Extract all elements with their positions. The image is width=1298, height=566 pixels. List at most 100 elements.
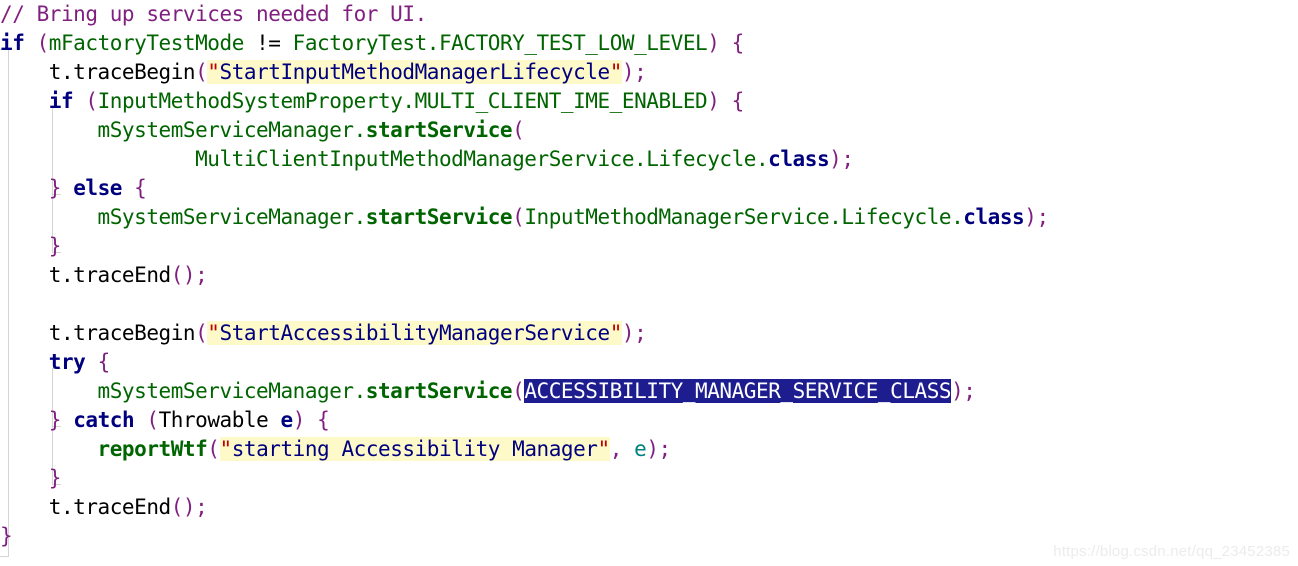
code-token: mFactoryTestMode xyxy=(48,31,245,55)
code-token: else xyxy=(73,176,122,200)
code-token: ( xyxy=(512,118,525,142)
code-token: FactoryTest.FACTORY_TEST_LOW_LEVEL xyxy=(292,31,708,55)
code-line[interactable]: } xyxy=(0,232,1049,261)
watermark-text: https://blog.csdn.net/qq_23452385 xyxy=(1053,543,1290,560)
code-token: starting Accessibility Manager xyxy=(231,437,598,461)
code-token: try xyxy=(48,350,86,374)
code-line[interactable]: mSystemServiceManager.startService( xyxy=(0,116,1049,145)
code-token: { xyxy=(317,408,330,432)
code-content[interactable]: // Bring up services needed for UI. if (m… xyxy=(0,0,1049,551)
code-line[interactable]: t.traceEnd(); xyxy=(0,261,1049,290)
code-token: e xyxy=(634,437,647,461)
code-token: t.traceBegin xyxy=(0,60,196,84)
code-token: ( xyxy=(207,437,220,461)
code-token: } xyxy=(48,466,62,490)
code-token: } xyxy=(0,524,13,548)
code-token: } xyxy=(48,176,62,200)
code-token: (); xyxy=(170,495,208,519)
code-line[interactable]: mSystemServiceManager.startService(ACCES… xyxy=(0,377,1049,406)
code-line[interactable]: t.traceBegin("StartInputMethodManagerLif… xyxy=(0,58,1049,87)
code-token: t.traceBegin xyxy=(0,321,196,345)
code-token: ); xyxy=(1024,205,1049,229)
code-line[interactable]: } xyxy=(0,464,1049,493)
code-token: t.traceEnd xyxy=(0,263,171,287)
code-token: ( xyxy=(195,321,208,345)
code-token: ) xyxy=(292,408,306,432)
code-token: // Bring up services needed for UI. xyxy=(0,2,427,26)
code-token: { xyxy=(731,31,745,55)
code-token: { xyxy=(97,350,111,374)
code-token: ( xyxy=(512,205,525,229)
code-token: { xyxy=(134,176,147,200)
code-token: e xyxy=(280,408,294,432)
code-token: != xyxy=(243,31,293,55)
code-token: ( xyxy=(195,60,208,84)
code-token: InputMethodManagerService.Lifecycle. xyxy=(524,205,964,229)
code-token: startService xyxy=(365,118,513,142)
code-token: ( xyxy=(512,379,525,403)
code-token: " xyxy=(609,60,622,84)
code-token: mSystemServiceManager. xyxy=(97,379,367,403)
code-token: Throwable xyxy=(158,408,269,432)
code-line[interactable]: MultiClientInputMethodManagerService.Lif… xyxy=(0,145,1049,174)
code-token: " xyxy=(207,60,220,84)
code-token: mSystemServiceManager. xyxy=(97,118,367,142)
code-token: t.traceEnd xyxy=(0,495,171,519)
code-token: MultiClientInputMethodManagerService.Lif… xyxy=(195,147,769,171)
code-token: ); xyxy=(621,60,647,84)
code-token: ( xyxy=(36,31,50,55)
code-token: " xyxy=(597,437,610,461)
code-editor-viewport[interactable]: // Bring up services needed for UI. if (m… xyxy=(0,0,1298,566)
code-token: StartAccessibilityManagerService xyxy=(219,321,610,345)
code-token: ); xyxy=(646,437,671,461)
code-token: if xyxy=(48,89,74,113)
code-token: " xyxy=(207,321,220,345)
code-line[interactable]: mSystemServiceManager.startService(Input… xyxy=(0,203,1050,232)
code-line[interactable] xyxy=(0,290,1049,319)
code-token: ); xyxy=(829,147,854,171)
fold-marker-outer-bottom[interactable] xyxy=(0,556,9,557)
code-token: class xyxy=(768,147,830,171)
code-line[interactable]: } catch (Throwable e) { xyxy=(0,406,1049,435)
code-line[interactable]: } xyxy=(0,522,1049,551)
code-token: ( xyxy=(146,408,159,432)
code-line[interactable]: if (mFactoryTestMode != FactoryTest.FACT… xyxy=(0,29,1049,58)
code-line[interactable]: reportWtf("starting Accessibility Manage… xyxy=(0,435,1049,464)
code-line[interactable]: t.traceBegin("StartAccessibilityManagerS… xyxy=(0,319,1049,348)
code-token: " xyxy=(219,437,232,461)
code-line[interactable]: // Bring up services needed for UI. xyxy=(0,0,1049,29)
code-token: (); xyxy=(170,263,208,287)
code-token: ); xyxy=(621,321,647,345)
code-line[interactable]: try { xyxy=(0,348,1049,377)
code-token: { xyxy=(731,89,745,113)
code-line[interactable]: t.traceEnd(); xyxy=(0,493,1049,522)
code-token: ACCESSIBILITY_MANAGER_SERVICE_CLASS xyxy=(524,379,952,403)
code-token: } xyxy=(48,234,62,258)
code-token: startService xyxy=(365,205,513,229)
code-token: class xyxy=(963,205,1025,229)
code-token: ); xyxy=(951,379,976,403)
code-token: " xyxy=(609,321,622,345)
code-line[interactable]: } else { xyxy=(0,174,1049,203)
code-token: if xyxy=(0,31,25,55)
code-line[interactable]: if (InputMethodSystemProperty.MULTI_CLIE… xyxy=(0,87,1049,116)
